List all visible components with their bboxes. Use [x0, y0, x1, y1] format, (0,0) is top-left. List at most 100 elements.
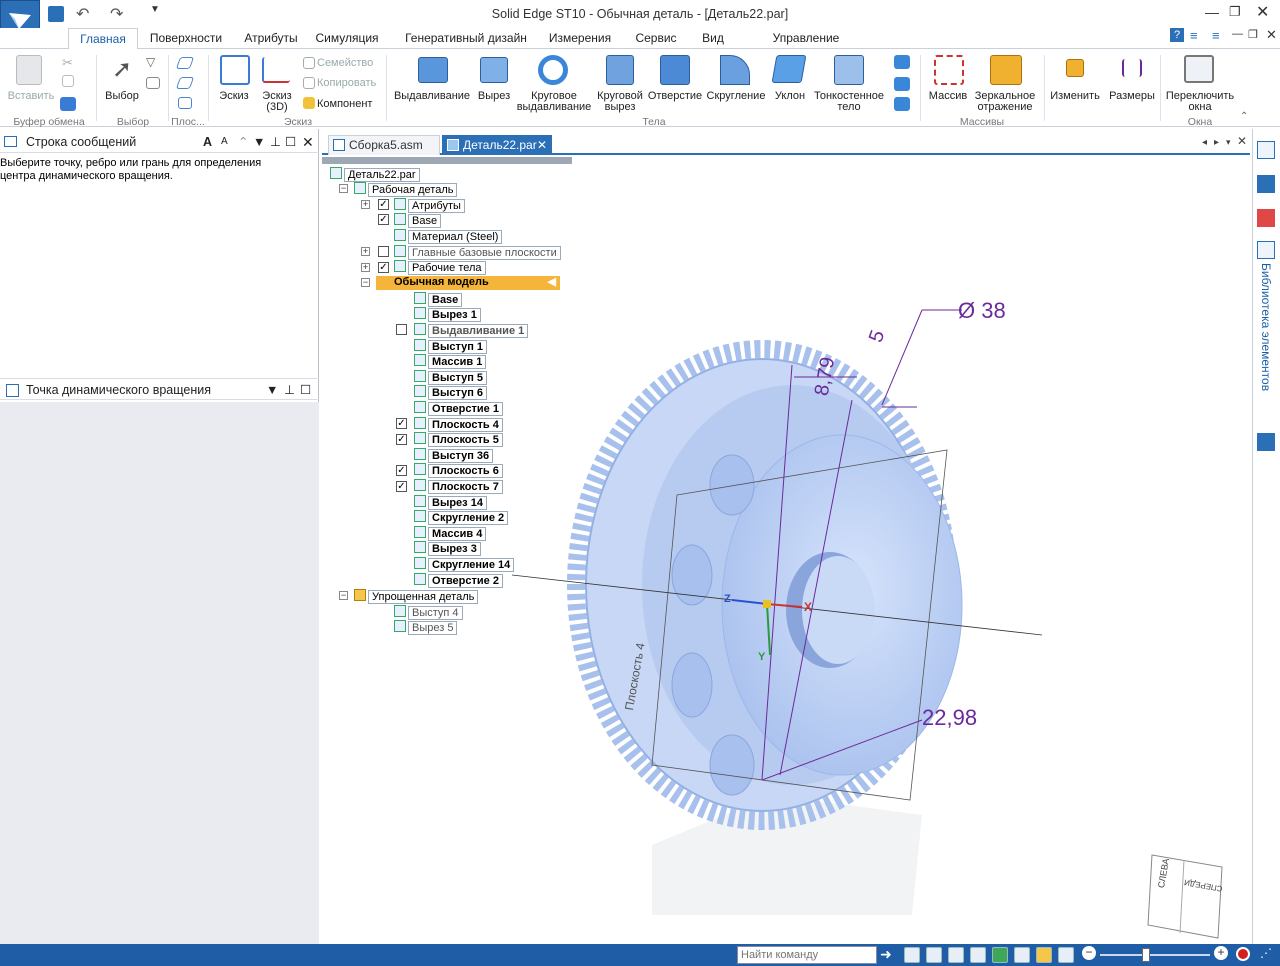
modify-button[interactable]: Изменить — [1048, 91, 1102, 102]
revolved-cutout-button[interactable]: Круговой вырез — [594, 91, 646, 113]
help-icon[interactable]: ? — [1170, 28, 1184, 42]
tree-node-feature[interactable]: Выступ 1 — [414, 339, 488, 354]
display-icon[interactable] — [1058, 947, 1074, 963]
collapse-icon[interactable]: − — [361, 278, 370, 287]
tree-node-feature[interactable]: Выступ 5 — [414, 370, 488, 385]
add-body-icon[interactable] — [894, 97, 910, 111]
pattern-button[interactable]: Массив — [924, 91, 972, 102]
expand-icon[interactable]: + — [361, 263, 370, 272]
paste-button[interactable]: Вставить — [4, 91, 58, 102]
select-box-icon[interactable] — [146, 77, 160, 89]
component-button[interactable]: Компонент — [317, 99, 372, 110]
tab-attributes[interactable]: Атрибуты — [240, 28, 302, 50]
arrow-icon[interactable]: ➜ — [880, 946, 892, 963]
thread-icon[interactable] — [894, 77, 910, 91]
collapse-up-icon[interactable]: ⌃ — [238, 131, 248, 153]
dock-icon[interactable] — [1257, 209, 1275, 227]
tree-node-feature[interactable]: Скругление 2 — [414, 510, 509, 525]
pin-icon[interactable]: ⊥ — [284, 379, 295, 401]
expand-icon[interactable]: + — [361, 200, 370, 209]
pan-icon[interactable] — [970, 947, 986, 963]
dimensions-button[interactable]: Размеры — [1104, 91, 1160, 102]
zoom-out-icon[interactable]: − — [1082, 946, 1096, 960]
tab-data-management[interactable]: Управление данными — [746, 28, 866, 65]
list-icon[interactable]: ≡ — [1190, 28, 1198, 43]
tree-node-base-sketch[interactable]: Base — [394, 213, 442, 228]
tab-simulation[interactable]: Симуляция — [306, 28, 388, 50]
tree-node-base-planes[interactable]: Главные базовые плоскости — [394, 245, 561, 260]
sketch-button[interactable]: Эскиз — [212, 91, 256, 102]
tab-tools[interactable]: Сервис — [630, 28, 682, 50]
settings-icon[interactable] — [1257, 433, 1275, 451]
tree-node-feature[interactable]: Выступ 6 — [414, 385, 488, 400]
font-increase-icon[interactable]: A — [203, 131, 212, 153]
zoom-icon[interactable] — [926, 947, 942, 963]
doc-close-button[interactable]: ✕ — [1266, 27, 1277, 43]
tree-node-feature[interactable]: Выступ 36 — [414, 448, 494, 463]
tree-node-feature[interactable]: Массив 1 — [414, 354, 487, 369]
tree-node-work-part[interactable]: Рабочая деталь — [354, 182, 458, 197]
copy-part-button[interactable]: Копировать — [317, 78, 376, 89]
tree-node-feature[interactable]: Отверстие 2 — [414, 573, 503, 588]
tab-surfaces[interactable]: Поверхности — [146, 28, 226, 50]
zoom-area-icon[interactable] — [904, 947, 920, 963]
options-icon[interactable]: ≡ — [1212, 28, 1220, 43]
tree-node-material[interactable]: Материал (Steel) — [394, 229, 503, 244]
tree-node-feature[interactable]: Выступ 4 — [394, 605, 463, 620]
sketch-3d-button[interactable]: Эскиз (3D) — [256, 91, 298, 113]
tree-node-feature[interactable]: Base — [414, 292, 463, 307]
dimension-22-98[interactable]: 22,98 — [922, 705, 977, 731]
extrude-button[interactable]: Выдавливание — [392, 91, 472, 102]
tab-view[interactable]: Вид — [696, 28, 730, 50]
helix-icon[interactable] — [894, 55, 910, 69]
round-button[interactable]: Скругление — [704, 91, 768, 102]
tree-node-feature[interactable]: Плоскость 5 — [414, 432, 503, 447]
plane-icon[interactable] — [175, 77, 195, 89]
visibility-checkbox[interactable]: ✓ — [396, 434, 407, 445]
maximize-pane-icon[interactable]: ☐ — [285, 131, 296, 153]
tree-node-feature[interactable]: Вырез 14 — [414, 495, 487, 510]
close-button[interactable]: ✕ — [1256, 2, 1269, 22]
record-icon[interactable] — [1236, 947, 1250, 961]
tab-next-icon[interactable]: ▸ — [1214, 137, 1219, 148]
font-decrease-icon[interactable]: A — [221, 131, 228, 153]
tree-node-feature[interactable]: Плоскость 7 — [414, 479, 503, 494]
draft-button[interactable]: Уклон — [770, 91, 810, 102]
tree-node-feature[interactable]: Вырез 3 — [414, 541, 481, 556]
format-painter-icon[interactable] — [60, 97, 76, 111]
tree-node-feature[interactable]: Скругление 14 — [414, 557, 515, 572]
tab-measure[interactable]: Измерения — [544, 28, 616, 50]
tree-node-feature[interactable]: Отверстие 1 — [414, 401, 503, 416]
rotate-icon[interactable] — [992, 947, 1008, 963]
tree-node-feature[interactable]: Массив 4 — [414, 526, 487, 541]
zoom-in-icon[interactable]: + — [1214, 946, 1228, 960]
collapse-icon[interactable]: − — [339, 591, 348, 600]
visibility-checkbox[interactable] — [378, 246, 389, 257]
doc-minimize-button[interactable]: — — [1232, 28, 1243, 40]
resize-grip-icon[interactable]: ⋰ — [1260, 946, 1272, 960]
visibility-checkbox[interactable]: ✓ — [396, 465, 407, 476]
maximize-pane-icon[interactable]: ☐ — [300, 379, 311, 401]
plane-icon[interactable] — [175, 57, 195, 69]
graphics-window[interactable]: Сборка5.asm Деталь22.par ✕ ◂ ▸ ▾ ✕ Ø 38 … — [322, 129, 1250, 944]
family-button[interactable]: Семейство — [317, 58, 373, 69]
visibility-checkbox[interactable]: ✓ — [396, 481, 407, 492]
mirror-button[interactable]: Зеркальное отражение — [972, 91, 1038, 113]
tab-prev-icon[interactable]: ◂ — [1202, 137, 1207, 148]
tab-part[interactable]: Деталь22.par ✕ — [442, 135, 552, 155]
visibility-checkbox[interactable]: ✓ — [378, 214, 389, 225]
library-icon[interactable] — [1257, 241, 1275, 259]
command-search-input[interactable] — [737, 946, 877, 964]
tree-node-feature[interactable]: Вырез 1 — [414, 307, 481, 322]
visibility-checkbox[interactable] — [396, 324, 407, 335]
collapse-ribbon-icon[interactable]: ⌃ — [1240, 111, 1248, 122]
zoom-slider[interactable] — [1100, 954, 1210, 956]
shading-icon[interactable] — [1036, 947, 1052, 963]
diameter-dimension[interactable]: Ø 38 — [958, 298, 1006, 324]
tree-root[interactable]: Деталь22.par — [330, 167, 420, 182]
close-tab-icon[interactable]: ✕ — [537, 136, 547, 155]
feature-library-label[interactable]: Библиотека элементов — [1259, 263, 1273, 443]
tree-node-feature[interactable]: Плоскость 4 — [414, 417, 503, 432]
view-icon[interactable] — [1014, 947, 1030, 963]
thin-wall-button[interactable]: Тонкостенное тело — [810, 91, 888, 113]
